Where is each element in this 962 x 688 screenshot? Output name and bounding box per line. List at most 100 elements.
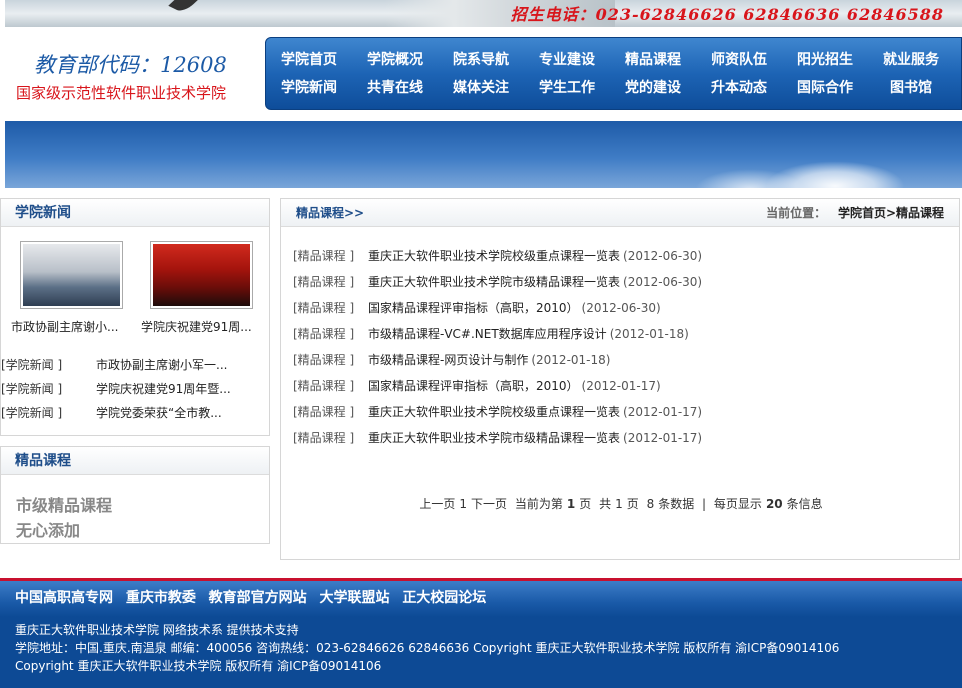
nav-item-news[interactable]: 学院新闻: [266, 74, 352, 102]
news-thumbnail-caption[interactable]: 学院庆祝建党91周...: [141, 318, 252, 335]
sky-banner: [5, 121, 962, 188]
nav-item-student-work[interactable]: 学生工作: [524, 74, 610, 102]
course-date: (2012-01-17): [581, 379, 661, 393]
course-category: [精品课程 ]: [293, 405, 355, 419]
footer-copyright-line: Copyright 重庆正大软件职业技术学院 版权所有 渝ICP备0901410…: [15, 659, 382, 673]
course-date: (2012-06-30): [623, 275, 703, 289]
course-category-link[interactable]: 无心添加: [16, 518, 269, 543]
news-panel-title: 学院新闻: [1, 199, 269, 227]
course-title[interactable]: 重庆正大软件职业技术学院市级精品课程一览表: [368, 275, 620, 289]
course-title[interactable]: 重庆正大软件职业技术学院校级重点课程一览表: [368, 249, 620, 263]
nav-item-party[interactable]: 党的建设: [610, 74, 696, 102]
pager-page-unit: 页: [579, 497, 592, 511]
ministry-code: 教育部代码：12608: [34, 53, 227, 77]
course-list-item[interactable]: [精品课程 ] 市级精品课程-VC#.NET数据库应用程序设计 (2012-01-1…: [293, 321, 953, 347]
next-page-link[interactable]: 下一页: [471, 497, 507, 511]
nav-item-faculty[interactable]: 师资队伍: [696, 46, 782, 74]
top-banner-strip: 招生电话：023-62846626 62846636 62846588: [5, 0, 962, 27]
nav-item-international[interactable]: 国际合作: [782, 74, 868, 102]
nav-item-overview[interactable]: 学院概况: [352, 46, 438, 74]
news-list-item[interactable]: [学院新闻 ] 市政协副主席谢小军一...: [1, 353, 271, 377]
pager-per-page: 20: [765, 497, 783, 511]
footer-link-forum[interactable]: 正大校园论坛: [402, 590, 486, 606]
news-list-item[interactable]: [学院新闻 ] 学院庆祝建党91周年暨...: [1, 377, 271, 401]
course-list-item[interactable]: [精品课程 ] 重庆正大软件职业技术学院市级精品课程一览表 (2012-01-17): [293, 425, 953, 451]
nav-item-majors[interactable]: 专业建设: [524, 46, 610, 74]
nav-item-courses[interactable]: 精品课程: [610, 46, 696, 74]
news-title[interactable]: 学院庆祝建党91周年暨...: [96, 377, 231, 401]
pager-per-page-unit: 条信息: [786, 497, 823, 511]
nav-item-youth-league[interactable]: 共青在线: [352, 74, 438, 102]
bird-decoration-icon: [168, 0, 200, 14]
admission-hotline: 招生电话：023-62846626 62846636 62846588: [510, 5, 944, 24]
breadcrumb: 当前位置： 学院首页>精品课程: [766, 199, 944, 227]
news-thumbnail[interactable]: [20, 241, 123, 309]
footer-link-moe[interactable]: 教育部官方网站: [209, 590, 307, 606]
footer-links: 中国高职高专网 重庆市教委 教育部官方网站 大学联盟站 正大校园论坛: [0, 581, 962, 617]
course-title[interactable]: 国家精品课程评审指标（高职，2010）: [368, 379, 579, 393]
course-list-item[interactable]: [精品课程 ] 国家精品课程评审指标（高职，2010） (2012-06-30): [293, 295, 953, 321]
course-title[interactable]: 市级精品课程-网页设计与制作: [368, 353, 528, 367]
news-thumbnail[interactable]: [150, 241, 253, 309]
prev-page-link[interactable]: 上一页: [419, 497, 455, 511]
footer-link-gaozhi[interactable]: 中国高职高专网: [15, 590, 113, 606]
course-list-item[interactable]: [精品课程 ] 重庆正大软件职业技术学院市级精品课程一览表 (2012-06-30): [293, 269, 953, 295]
breadcrumb-label: 当前位置：: [766, 206, 827, 220]
meeting-photo: [23, 244, 120, 306]
course-category: [精品课程 ]: [293, 301, 355, 315]
news-title[interactable]: 学院党委荣获“全市教...: [96, 401, 222, 425]
nav-item-admissions[interactable]: 阳光招生: [782, 46, 868, 74]
cloud-decoration: [765, 161, 905, 188]
course-date: (2012-01-18): [531, 353, 611, 367]
course-category-link[interactable]: 市级精品课程: [16, 493, 269, 518]
nav-item-departments[interactable]: 院系导航: [438, 46, 524, 74]
course-title[interactable]: 重庆正大软件职业技术学院市级精品课程一览表: [368, 431, 620, 445]
course-category: [精品课程 ]: [293, 379, 355, 393]
course-list-item[interactable]: [精品课程 ] 重庆正大软件职业技术学院校级重点课程一览表 (2012-01-17): [293, 399, 953, 425]
course-category: [精品课程 ]: [293, 249, 355, 263]
course-title[interactable]: 重庆正大软件职业技术学院校级重点课程一览表: [368, 405, 620, 419]
course-title[interactable]: 国家精品课程评审指标（高职，2010）: [368, 301, 579, 315]
nav-item-upgrade[interactable]: 升本动态: [696, 74, 782, 102]
course-list-item[interactable]: [精品课程 ] 国家精品课程评审指标（高职，2010） (2012-01-17): [293, 373, 953, 399]
news-category: [学院新闻 ]: [1, 358, 63, 372]
pager-total-pages: 1: [615, 497, 623, 511]
pager-current: 1: [566, 497, 576, 511]
content-panel: 精品课程>> 当前位置： 学院首页>精品课程 [精品课程 ] 重庆正大软件职业技术…: [280, 198, 960, 560]
course-title[interactable]: 市级精品课程-VC#.NET数据库应用程序设计: [368, 327, 607, 341]
school-logo[interactable]: 教育部代码：12608 国家级示范性软件职业技术学院: [0, 40, 260, 110]
footer-address-line: 学院地址：中国.重庆.南温泉 邮编：400056 咨询热线：023-628466…: [15, 641, 840, 655]
nav-row-2: 学院新闻 共青在线 媒体关注 学生工作 党的建设 升本动态 国际合作 图书馆: [266, 74, 962, 102]
pager-per-page-label: 每页显示: [713, 497, 762, 511]
news-thumbnail-caption[interactable]: 市政协副主席谢小...: [11, 318, 118, 335]
footer-link-alliance[interactable]: 大学联盟站: [319, 590, 389, 606]
course-date: (2012-01-17): [623, 431, 703, 445]
nav-item-employment[interactable]: 就业服务: [868, 46, 954, 74]
pager-separator: |: [702, 497, 707, 511]
news-category: [学院新闻 ]: [1, 382, 63, 396]
content-title: 精品课程>>: [296, 206, 365, 220]
news-list: [学院新闻 ] 市政协副主席谢小军一... [学院新闻 ] 学院庆祝建党91周年…: [1, 353, 271, 425]
course-list-item[interactable]: [精品课程 ] 重庆正大软件职业技术学院校级重点课程一览表 (2012-06-30): [293, 243, 953, 269]
news-title[interactable]: 市政协副主席谢小军一...: [96, 353, 227, 377]
course-date: (2012-01-18): [609, 327, 689, 341]
pager-total-unit: 页: [626, 497, 639, 511]
breadcrumb-path[interactable]: 学院首页>精品课程: [838, 206, 944, 220]
school-tagline: 国家级示范性软件职业技术学院: [16, 84, 227, 102]
news-list-item[interactable]: [学院新闻 ] 学院党委荣获“全市教...: [1, 401, 271, 425]
course-panel-title: 精品课程: [1, 447, 269, 475]
nav-item-library[interactable]: 图书馆: [868, 74, 954, 102]
footer: 中国高职高专网 重庆市教委 教育部官方网站 大学联盟站 正大校园论坛 重庆正大软…: [0, 581, 962, 688]
course-date: (2012-06-30): [623, 249, 703, 263]
nav-item-home[interactable]: 学院首页: [266, 46, 352, 74]
course-list-item[interactable]: [精品课程 ] 市级精品课程-网页设计与制作 (2012-01-18): [293, 347, 953, 373]
news-category: [学院新闻 ]: [1, 406, 63, 420]
course-category: [精品课程 ]: [293, 431, 355, 445]
pager-records: 8: [646, 497, 655, 511]
news-thumbnails: 市政协副主席谢小... 学院庆祝建党91周...: [1, 241, 271, 341]
news-panel: 学院新闻 市政协副主席谢小... 学院庆祝建党91周... [学院新闻 ] 市政…: [0, 198, 270, 436]
footer-link-cq-edu[interactable]: 重庆市教委: [126, 590, 196, 606]
pager-now-at: 当前为第: [514, 497, 563, 511]
current-page-number[interactable]: 1: [459, 497, 467, 511]
nav-item-media[interactable]: 媒体关注: [438, 74, 524, 102]
